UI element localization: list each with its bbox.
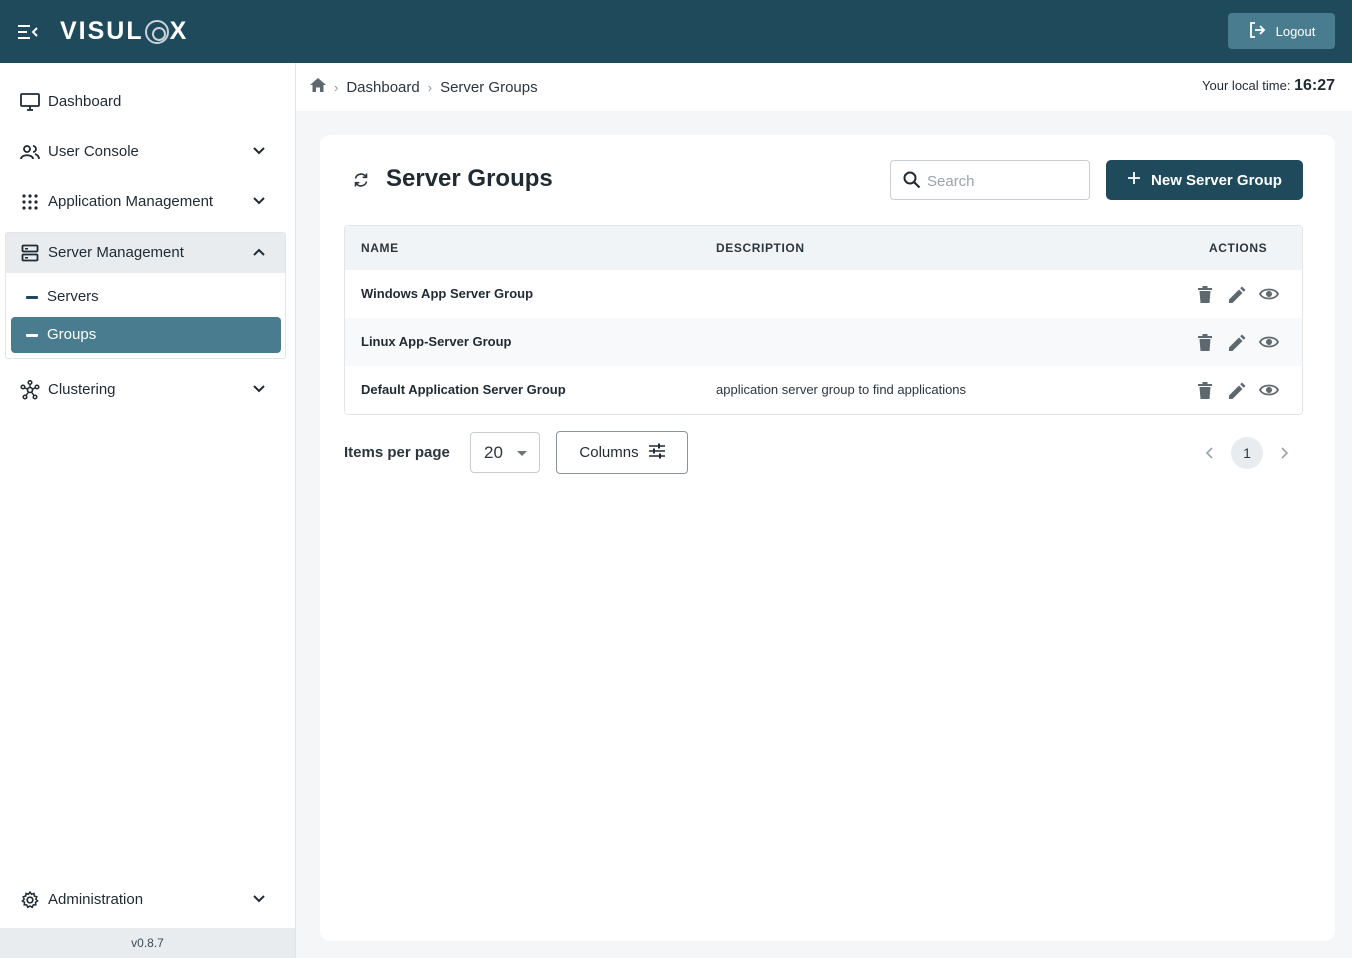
refresh-icon[interactable] [352, 171, 370, 189]
column-header-description[interactable]: DESCRIPTION [716, 241, 805, 255]
chevron-down-icon [252, 144, 266, 158]
sidebar-item-application-management[interactable]: Application Management [5, 182, 286, 222]
breadcrumb: › Dashboard › Server Groups [310, 78, 538, 96]
logout-icon [1248, 21, 1266, 42]
sidebar-item-label: Server Management [48, 244, 184, 261]
search-box [890, 160, 1090, 200]
server-management-group: Server Management Servers Groups [5, 232, 286, 359]
page-number[interactable]: 1 [1231, 437, 1263, 469]
sidebar-item-clustering[interactable]: Clustering [5, 370, 286, 410]
server-icon [21, 244, 39, 267]
version-label: v0.8.7 [0, 928, 295, 958]
sidebar-item-dashboard[interactable]: Dashboard [5, 82, 286, 122]
dash-icon [26, 334, 38, 337]
search-icon [903, 171, 921, 189]
row-actions [1195, 332, 1279, 352]
items-per-page-label: Items per page [344, 444, 450, 461]
menu-collapse-icon[interactable] [16, 20, 40, 44]
sidebar-item-label: Application Management [48, 193, 214, 210]
sidebar-item-label: Dashboard [48, 93, 122, 110]
app-logo: VISUL X [60, 16, 189, 45]
monitor-icon [20, 93, 40, 111]
apps-grid-icon [20, 193, 40, 211]
sidebar-subitem-groups[interactable]: Groups [11, 317, 281, 353]
cell-name: Windows App Server Group [361, 286, 534, 301]
cluster-icon [20, 380, 40, 400]
next-page-icon[interactable] [1275, 437, 1295, 469]
logout-button[interactable]: Logout [1228, 13, 1335, 49]
items-per-page-select[interactable]: 20 [470, 432, 540, 473]
breadcrumb-separator: › [427, 79, 433, 95]
caret-down-icon [517, 451, 527, 456]
content-card: Server Groups New Server Group NAME DESC… [320, 135, 1335, 941]
dash-icon [26, 296, 38, 299]
sidebar-item-label: User Console [48, 143, 139, 160]
sidebar-item-administration[interactable]: Administration [5, 880, 286, 920]
table-header: NAME DESCRIPTION ACTIONS [345, 226, 1302, 270]
local-time-label: Your local time: [1202, 78, 1291, 93]
chevron-down-icon [252, 382, 266, 396]
new-server-group-label: New Server Group [1151, 171, 1282, 189]
chevron-up-icon [252, 245, 266, 264]
plus-icon [1127, 171, 1141, 189]
view-icon[interactable] [1259, 332, 1279, 352]
sidebar-subitem-label: Servers [47, 288, 99, 305]
home-icon[interactable] [310, 78, 326, 96]
logout-label: Logout [1275, 23, 1316, 39]
breadcrumb-bar: › Dashboard › Server Groups Your local t… [296, 63, 1352, 111]
sidebar-item-label: Clustering [48, 381, 116, 398]
delete-icon[interactable] [1195, 332, 1215, 352]
gear-icon [20, 891, 40, 909]
prev-page-icon[interactable] [1199, 437, 1219, 469]
items-per-page-value: 20 [484, 443, 503, 462]
sidebar-item-label: Administration [48, 891, 144, 908]
edit-icon[interactable] [1227, 332, 1247, 352]
delete-icon[interactable] [1195, 284, 1215, 304]
local-time: Your local time: 16:27 [1202, 77, 1335, 95]
cell-description: application server group to find applica… [716, 382, 967, 397]
sidebar-subitem-label: Groups [47, 326, 97, 343]
server-groups-table: NAME DESCRIPTION ACTIONS Windows App Ser… [344, 225, 1303, 415]
view-icon[interactable] [1259, 380, 1279, 400]
table-row[interactable]: Linux App-Server Group [345, 318, 1302, 366]
new-server-group-button[interactable]: New Server Group [1106, 160, 1303, 200]
columns-button[interactable]: Columns [556, 431, 688, 474]
top-bar: VISUL X Logout [0, 0, 1352, 63]
table-footer: Items per page 20 Columns 1 [344, 431, 1303, 475]
users-icon [20, 143, 40, 161]
sidebar-subitem-servers[interactable]: Servers [11, 279, 281, 315]
page-title: Server Groups [386, 165, 553, 192]
breadcrumb-separator: › [334, 79, 339, 95]
cell-name: Default Application Server Group [361, 382, 566, 397]
chevron-down-icon [252, 194, 266, 208]
sidebar: Dashboard User Console Application Manag… [0, 63, 296, 958]
delete-icon[interactable] [1195, 380, 1215, 400]
search-input[interactable] [927, 170, 1082, 192]
chevron-down-icon [252, 892, 266, 906]
breadcrumb-item-current: Server Groups [440, 78, 538, 96]
edit-icon[interactable] [1227, 284, 1247, 304]
row-actions [1195, 284, 1279, 304]
column-header-name[interactable]: NAME [361, 241, 399, 255]
sidebar-item-user-console[interactable]: User Console [5, 132, 286, 172]
sidebar-item-server-management[interactable]: Server Management [6, 233, 285, 273]
sliders-icon [648, 443, 665, 463]
pagination: 1 [1199, 437, 1295, 469]
view-icon[interactable] [1259, 284, 1279, 304]
local-time-value: 16:27 [1294, 77, 1335, 94]
breadcrumb-item-dashboard[interactable]: Dashboard [346, 79, 419, 96]
table-row[interactable]: Default Application Server Group applica… [345, 366, 1302, 414]
column-header-actions: ACTIONS [1209, 241, 1268, 255]
cell-name: Linux App-Server Group [361, 334, 512, 349]
row-actions [1195, 380, 1279, 400]
columns-label: Columns [579, 444, 639, 461]
edit-icon[interactable] [1227, 380, 1247, 400]
table-row[interactable]: Windows App Server Group [345, 270, 1302, 318]
